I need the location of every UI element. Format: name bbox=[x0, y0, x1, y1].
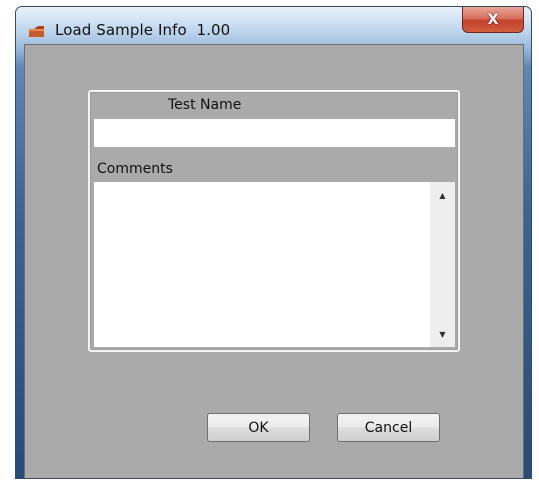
close-button[interactable]: X bbox=[462, 7, 524, 33]
scroll-down-icon[interactable]: ▼ bbox=[430, 324, 455, 344]
close-icon: X bbox=[487, 11, 499, 28]
comments-box: ▲ ▼ bbox=[94, 182, 455, 347]
scroll-up-icon[interactable]: ▲ bbox=[430, 185, 455, 205]
test-name-label: Test Name bbox=[168, 97, 242, 113]
dialog-client-area: Test Name Comments ▲ ▼ OK Cancel bbox=[24, 44, 524, 478]
comments-textarea[interactable] bbox=[94, 182, 429, 347]
comments-label: Comments bbox=[97, 161, 173, 177]
window-title: Load Sample Info 1.00 bbox=[55, 21, 231, 39]
app-icon bbox=[29, 26, 44, 37]
comments-scrollbar[interactable]: ▲ ▼ bbox=[430, 182, 455, 347]
cancel-button[interactable]: Cancel bbox=[337, 413, 440, 442]
test-name-input[interactable] bbox=[94, 119, 455, 147]
dialog-window: Load Sample Info 1.00 X Test Name Commen… bbox=[15, 6, 532, 479]
ok-button[interactable]: OK bbox=[207, 413, 310, 442]
